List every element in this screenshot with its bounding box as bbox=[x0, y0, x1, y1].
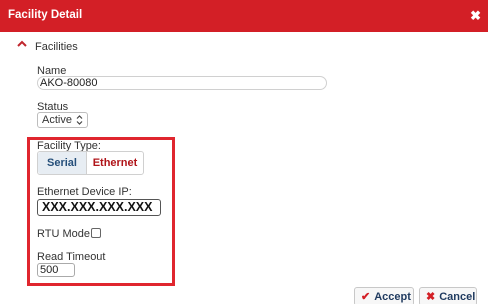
read-timeout-field[interactable]: 500 bbox=[37, 263, 75, 277]
close-icon[interactable]: ✖ bbox=[470, 9, 481, 22]
x-icon: ✖ bbox=[426, 291, 436, 303]
name-field[interactable]: AKO-80080 bbox=[37, 76, 327, 90]
check-icon: ✔ bbox=[361, 291, 371, 303]
section-title-facilities: Facilities bbox=[35, 41, 78, 53]
cancel-button[interactable]: ✖ Cancel bbox=[419, 287, 477, 304]
dialog-title: Facility Detail bbox=[8, 9, 83, 21]
facility-type-ethernet-option[interactable]: Ethernet bbox=[87, 152, 143, 174]
facility-type-serial-option[interactable]: Serial bbox=[38, 152, 87, 174]
read-timeout-label: Read Timeout bbox=[37, 251, 106, 263]
accept-button-label: Accept bbox=[374, 290, 411, 303]
ethernet-ip-label: Ethernet Device IP: bbox=[37, 186, 132, 198]
facility-type-toggle: Serial Ethernet bbox=[37, 151, 144, 175]
ethernet-ip-field[interactable]: XXX.XXX.XXX.XXX bbox=[37, 199, 161, 216]
caret-up-icon[interactable] bbox=[17, 39, 27, 49]
updown-arrows-icon bbox=[76, 115, 83, 125]
cancel-button-label: Cancel bbox=[439, 290, 476, 303]
accept-button[interactable]: ✔ Accept bbox=[354, 287, 414, 304]
status-select[interactable]: Active bbox=[37, 112, 88, 128]
rtu-mode-checkbox[interactable] bbox=[91, 228, 101, 238]
dialog-title-bar: Facility Detail ✖ bbox=[0, 0, 488, 32]
status-select-value: Active bbox=[42, 114, 72, 126]
rtu-mode-label: RTU Mode: bbox=[37, 228, 94, 240]
